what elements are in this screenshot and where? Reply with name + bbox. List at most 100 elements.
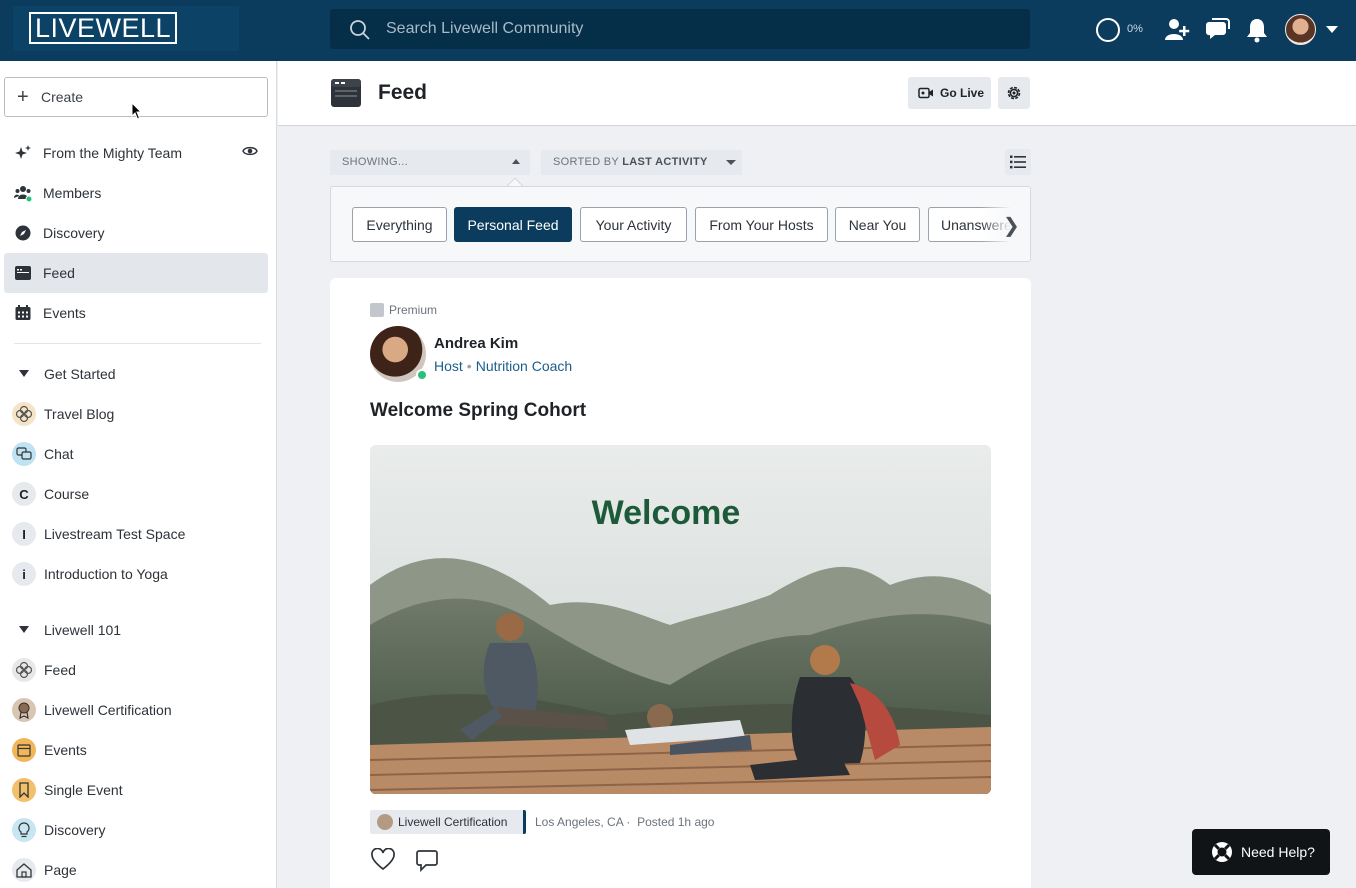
sidebar-space-events[interactable]: Events [4, 730, 268, 770]
author-role: Host • Nutrition Coach [434, 358, 573, 374]
sidebar-item-events[interactable]: Events [4, 293, 268, 333]
sidebar-space-intro-yoga[interactable]: i Introduction to Yoga [4, 554, 268, 594]
space-label: Discovery [44, 822, 106, 838]
sort-prefix: SORTED BY [553, 156, 619, 168]
search-bar[interactable] [330, 9, 1030, 49]
bookmark-icon [12, 778, 36, 802]
letter-badge: C [12, 482, 36, 506]
tab-near-you[interactable]: Near You [835, 207, 920, 242]
space-label: Livestream Test Space [44, 526, 186, 542]
showing-label: SHOWING... [342, 156, 408, 168]
space-label: Course [44, 486, 90, 502]
sidebar: + Create From the Mighty Team Members Di… [0, 61, 277, 888]
sidebar-item-label: Discovery [43, 225, 105, 241]
calendar-icon [15, 305, 31, 320]
progress-ring-icon[interactable] [1096, 18, 1120, 42]
need-help-button[interactable]: Need Help? [1192, 829, 1330, 875]
sidebar-space-livewell-certification[interactable]: Livewell Certification [4, 690, 268, 730]
space-label: Introduction to Yoga [44, 566, 168, 582]
sparkle-icon [15, 145, 31, 159]
space-label: Single Event [44, 782, 123, 798]
letter-badge: i [12, 562, 36, 586]
post-time: Posted 1h ago [637, 815, 715, 829]
bell-icon[interactable] [1243, 16, 1271, 44]
sidebar-space-chat[interactable]: Chat [4, 434, 268, 474]
sidebar-item-label: Events [43, 305, 86, 321]
tab-personal-feed[interactable]: Personal Feed [454, 207, 572, 242]
sidebar-item-label: Feed [43, 265, 75, 281]
tab-your-activity[interactable]: Your Activity [580, 207, 687, 242]
sidebar-space-single-event[interactable]: Single Event [4, 770, 268, 810]
caret-down-icon [726, 160, 736, 165]
premium-icon [370, 303, 384, 317]
sidebar-divider [14, 343, 261, 344]
sidebar-item-from-mighty-team[interactable]: From the Mighty Team [4, 133, 268, 173]
list-icon [1010, 155, 1026, 169]
page-title: Feed [378, 81, 428, 104]
calendar-icon [12, 738, 36, 762]
add-member-icon[interactable] [1163, 16, 1191, 44]
sidebar-item-label: Members [43, 185, 102, 201]
space-chip[interactable]: Livewell Certification [370, 810, 526, 834]
space-label: Livewell Certification [44, 702, 172, 718]
user-avatar[interactable] [1285, 14, 1316, 45]
space-label: Travel Blog [44, 406, 115, 422]
award-icon [377, 814, 393, 830]
caret-up-icon [512, 159, 520, 164]
page-header: Feed Go Live [278, 61, 1356, 126]
space-label: Feed [44, 662, 76, 678]
comment-icon[interactable] [415, 848, 441, 872]
online-status-indicator [416, 369, 428, 381]
author-subtitle: Nutrition Coach [475, 358, 573, 374]
post-image[interactable]: Welcome [370, 445, 991, 794]
post-title[interactable]: Welcome Spring Cohort [370, 400, 586, 422]
award-icon [12, 698, 36, 722]
sidebar-space-course[interactable]: C Course [4, 474, 268, 514]
post-location: Los Angeles, CA [535, 815, 624, 829]
author-name[interactable]: Andrea Kim [434, 335, 518, 352]
caret-down-icon [19, 626, 29, 633]
chevron-down-icon[interactable] [1326, 26, 1338, 33]
settings-button[interactable] [998, 77, 1030, 109]
showing-dropdown[interactable]: SHOWING... [330, 150, 530, 175]
chat-icon[interactable] [1203, 16, 1231, 44]
sidebar-space-page[interactable]: Page [4, 850, 268, 888]
post-location-time: Los Angeles, CA · Posted 1h ago [535, 815, 715, 829]
eye-icon[interactable] [242, 145, 258, 157]
sort-dropdown[interactable]: SORTED BY LAST ACTIVITY [541, 150, 742, 175]
section-header-livewell-101[interactable]: Livewell 101 [4, 610, 268, 650]
create-label: Create [41, 89, 84, 105]
gear-icon [1007, 86, 1021, 100]
sort-value: LAST ACTIVITY [622, 156, 708, 168]
logo-text: LIVEWELL [29, 12, 178, 44]
sidebar-item-members[interactable]: Members [4, 173, 268, 213]
sidebar-space-travel-blog[interactable]: Travel Blog [4, 394, 268, 434]
section-header-get-started[interactable]: Get Started [4, 354, 268, 394]
sidebar-item-discovery[interactable]: Discovery [4, 213, 268, 253]
sidebar-space-livestream-test[interactable]: I Livestream Test Space [4, 514, 268, 554]
sidebar-space-feed[interactable]: Feed [4, 650, 268, 690]
flower-icon [12, 402, 36, 426]
go-live-label: Go Live [940, 86, 985, 100]
tab-everything[interactable]: Everything [352, 207, 447, 242]
feed-filter-tabs: Everything Personal Feed Your Activity F… [330, 186, 1031, 262]
list-view-button[interactable] [1005, 149, 1031, 175]
logo[interactable]: LIVEWELL [13, 6, 239, 51]
image-welcome-text: Welcome [591, 494, 741, 532]
space-label: Events [44, 742, 87, 758]
plus-icon: + [17, 86, 29, 108]
sort-label: SORTED BY LAST ACTIVITY [553, 156, 708, 168]
space-label: Chat [44, 446, 74, 462]
caret-down-icon [19, 370, 29, 377]
sidebar-space-discovery[interactable]: Discovery [4, 810, 268, 850]
sidebar-item-label: From the Mighty Team [43, 145, 183, 161]
need-help-label: Need Help? [1241, 844, 1315, 860]
heart-icon[interactable] [370, 848, 396, 872]
search-input[interactable] [386, 9, 1006, 49]
tab-from-your-hosts[interactable]: From Your Hosts [695, 207, 828, 242]
compass-icon [15, 225, 31, 241]
chevron-right-icon[interactable]: ❯ [1003, 213, 1020, 238]
sidebar-item-feed[interactable]: Feed [4, 253, 268, 293]
search-icon [350, 20, 370, 40]
go-live-button[interactable]: Go Live [908, 77, 991, 109]
